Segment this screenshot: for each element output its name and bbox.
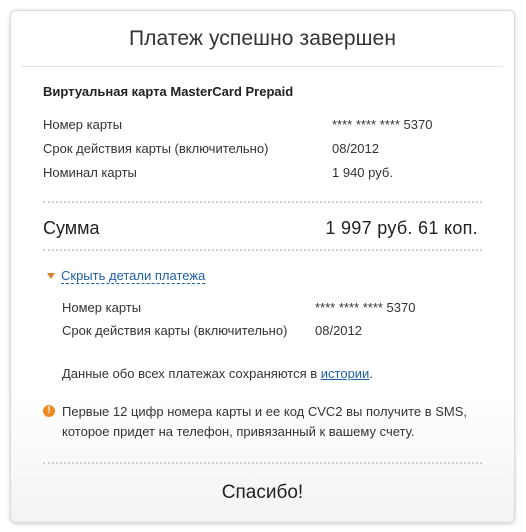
payment-success-panel: Платеж успешно завершен Виртуальная карт… xyxy=(10,10,515,523)
sms-notice-text: Первые 12 цифр номера карты и ее код CVC… xyxy=(62,404,468,439)
row-value: **** **** **** 5370 xyxy=(332,117,433,132)
row-label: Срок действия карты (включительно) xyxy=(62,323,288,338)
row-label: Номинал карты xyxy=(43,165,137,180)
thanks-text: Спасибо! xyxy=(221,482,304,503)
total-value: 1 997 руб. 61 коп. xyxy=(325,218,478,238)
row-label: Срок действия карты (включительно) xyxy=(43,141,269,156)
history-info: Данные обо всех платежах сохраняются в и… xyxy=(62,366,373,381)
history-text: Данные обо всех платежах сохраняются в xyxy=(62,366,321,381)
triangle-down-icon xyxy=(47,272,55,279)
page-title: Платеж успешно завершен xyxy=(128,27,397,50)
toggle-details-link[interactable]: Скрыть детали платежа xyxy=(47,268,206,284)
history-suffix: . xyxy=(369,366,373,381)
title-divider xyxy=(22,66,503,67)
total-label: Сумма xyxy=(43,218,100,238)
row-value: 1 940 руб. xyxy=(332,165,393,180)
total-bottom-divider xyxy=(43,249,482,251)
history-link[interactable]: истории xyxy=(321,366,370,381)
info-icon: ! xyxy=(43,405,55,417)
row-value: **** **** **** 5370 xyxy=(315,300,416,315)
card-section-title: Виртуальная карта MasterCard Prepaid xyxy=(43,84,294,99)
row-value: 08/2012 xyxy=(315,323,362,338)
thanks-divider xyxy=(43,462,482,464)
sms-notice: ! Первые 12 цифр номера карты и ее код C… xyxy=(43,402,483,442)
total-top-divider xyxy=(43,201,482,203)
row-label: Номер карты xyxy=(62,300,142,315)
row-label: Номер карты xyxy=(43,117,123,132)
toggle-details-label[interactable]: Скрыть детали платежа xyxy=(61,268,206,284)
row-value: 08/2012 xyxy=(332,141,379,156)
